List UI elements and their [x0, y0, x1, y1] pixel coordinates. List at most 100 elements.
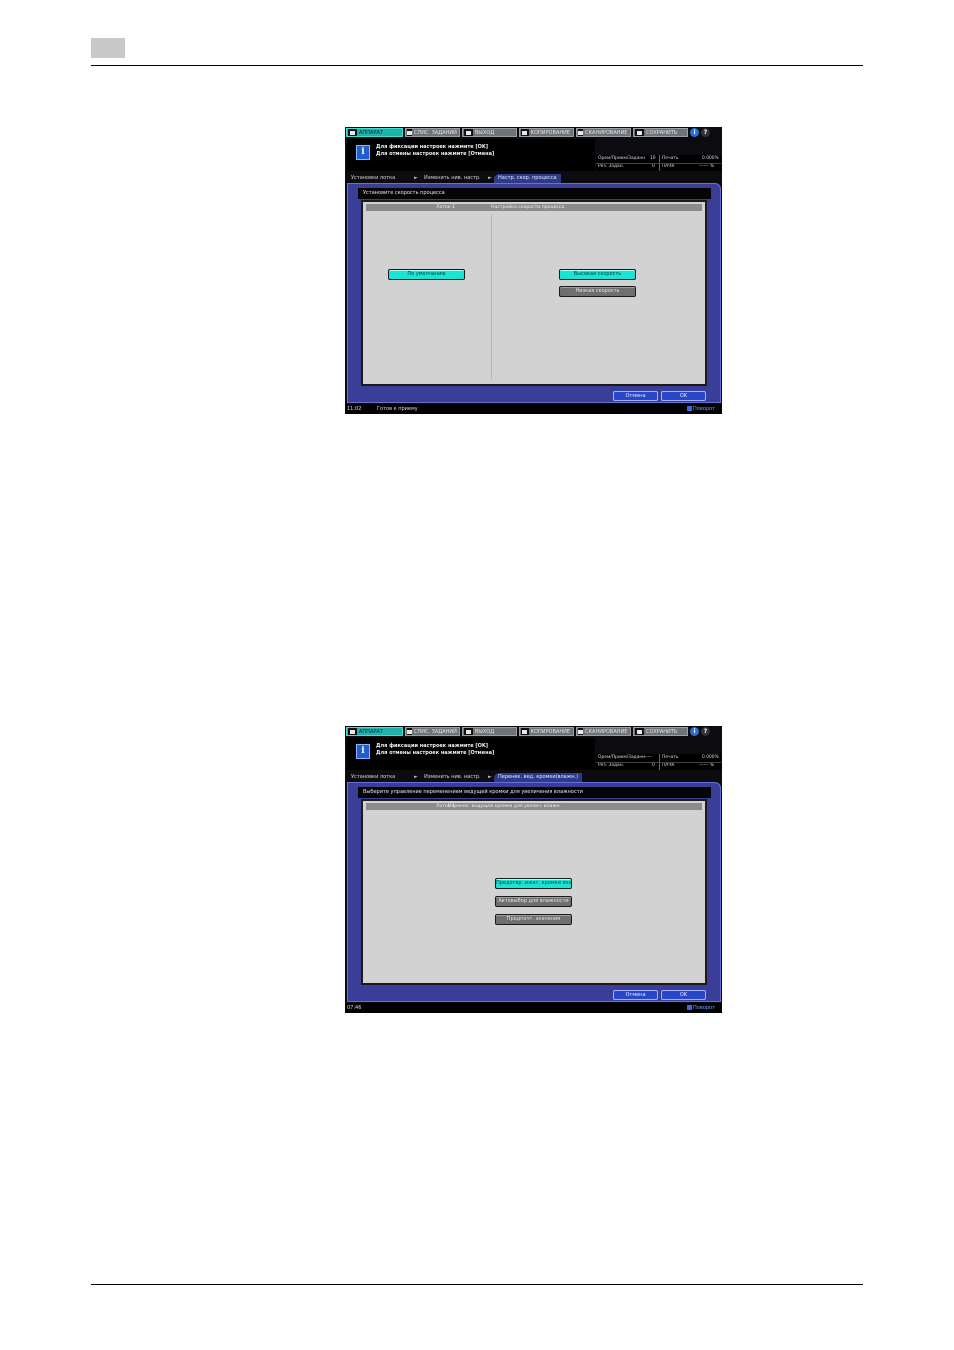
panel-title: Перенек. ведущей кромки для увелич. влаж…: [448, 804, 561, 809]
help-button[interactable]: ?: [701, 727, 710, 736]
top-tab-bar: АППАРАТ СПИС. ЗАДАНИЙ ВЫХОД КОПИРОВАНИЕ …: [345, 127, 722, 138]
help-button[interactable]: ?: [701, 128, 710, 137]
output-icon: [464, 728, 473, 735]
tab-copy[interactable]: КОПИРОВАНИЕ: [519, 727, 574, 736]
status-label: Орем/Прием/Заданн: [598, 156, 646, 161]
rotate-icon: [687, 1005, 693, 1010]
bottom-rule: [91, 1284, 863, 1285]
tab-machine[interactable]: АППАРАТ: [346, 128, 403, 137]
tab-output[interactable]: ВЫХОД: [462, 727, 517, 736]
status-label: Печать: [662, 755, 679, 760]
message-line: Для фиксации настроек нажмите [OK]: [376, 144, 489, 150]
output-icon: [464, 129, 473, 136]
preferred-values-option-button[interactable]: Предпочт. значения: [495, 914, 572, 925]
status-label: ПАЧК: [662, 763, 675, 768]
breadcrumb-current: Настр. скор. процесса: [494, 174, 561, 183]
status-value: 0.000%: [702, 755, 719, 760]
tab-scan[interactable]: СКАНИРОВАНИЕ: [576, 727, 631, 736]
clock-time: 07:46: [347, 1005, 362, 1011]
footer-bar: 07:46 Поворот: [345, 1003, 722, 1013]
tab-store[interactable]: СОХРАНИТЬ: [633, 727, 688, 736]
clock-time: 11:02: [347, 406, 362, 412]
ok-button[interactable]: OK: [661, 990, 706, 1000]
info-icon: i: [356, 145, 370, 160]
low-speed-button[interactable]: Низкая скорость: [559, 286, 636, 297]
status-panel: Орем/Прием/Заданн ------ Печать 0.000% Р…: [596, 754, 721, 770]
tab-store[interactable]: СОХРАНИТЬ: [633, 128, 688, 137]
status-value: ------ %: [699, 763, 715, 768]
scan-icon: [578, 129, 583, 136]
copy-icon: [521, 129, 529, 136]
status-value: 0.000%: [702, 156, 719, 161]
status-value: 0: [652, 763, 655, 768]
panel-title: Настройка скорости процесса: [491, 205, 565, 210]
page-title: Установите скорость процесса: [358, 188, 711, 199]
breadcrumb-item[interactable]: Изменить нив. настр.: [424, 773, 481, 782]
machine-status: Готов к приему: [377, 406, 418, 412]
breadcrumb-item[interactable]: Изменить нив. настр.: [424, 174, 481, 183]
breadcrumb: Установки лотка ► Изменить нив. настр. ►…: [347, 773, 721, 782]
screenshot-leading-edge: АППАРАТ СПИС. ЗАДАНИЙ ВЫХОД КОПИРОВАНИЕ …: [345, 726, 722, 1013]
message-line: Для фиксации настроек нажмите [OK]: [376, 743, 489, 749]
panel-header: Лоток 1 Настройка скорости процесса: [366, 204, 702, 211]
status-value: ------: [643, 755, 653, 760]
breadcrumb-arrow-icon: ►: [414, 175, 418, 181]
prevent-edge-option-button[interactable]: Предотвр. ижат. кромки изобр: [495, 878, 572, 889]
scan-icon: [578, 728, 583, 735]
list-icon: [407, 129, 412, 136]
store-icon: [635, 728, 644, 735]
panel-header: Лоток 1 Перенек. ведущей кромки для увел…: [366, 803, 702, 810]
cancel-button[interactable]: Отмена: [613, 391, 658, 401]
tab-output[interactable]: ВЫХОД: [462, 128, 517, 137]
divider: [596, 762, 721, 763]
tab-copy[interactable]: КОПИРОВАНИЕ: [519, 128, 574, 137]
page-marker: [91, 38, 125, 58]
message-area: i Для фиксации настроек нажмите [OK] Для…: [347, 738, 595, 770]
breadcrumb: Установки лотка ► Изменить нив. настр. ►…: [347, 174, 721, 183]
tab-scan[interactable]: СКАНИРОВАНИЕ: [576, 128, 631, 137]
high-speed-button[interactable]: Высокая скорость: [559, 269, 636, 280]
machine-icon: [348, 129, 357, 136]
default-option-button[interactable]: По умолчанию: [388, 269, 465, 280]
divider: [596, 163, 721, 164]
breadcrumb-arrow-icon: ►: [414, 774, 418, 780]
screenshot-process-speed: АППАРАТ СПИС. ЗАДАНИЙ ВЫХОД КОПИРОВАНИЕ …: [345, 127, 722, 414]
cancel-button[interactable]: Отмена: [613, 990, 658, 1000]
info-button[interactable]: i: [690, 128, 699, 137]
breadcrumb-current: Перенек. вед. кромки(влажн.): [494, 773, 583, 782]
top-tab-bar: АППАРАТ СПИС. ЗАДАНИЙ ВЫХОД КОПИРОВАНИЕ …: [345, 726, 722, 737]
rotate-label: Поворот: [693, 406, 715, 412]
message-line: Для отмены настроек нажмите [Отмена]: [376, 750, 495, 756]
breadcrumb-arrow-icon: ►: [488, 175, 492, 181]
info-button[interactable]: i: [690, 727, 699, 736]
ok-button[interactable]: OK: [661, 391, 706, 401]
status-value: 10: [650, 156, 656, 161]
rotate-icon: [687, 406, 693, 411]
rotate-label: Поворот: [693, 1005, 715, 1011]
status-label: Печать: [662, 156, 679, 161]
tray-label: Лоток 1: [436, 205, 455, 210]
status-label: Орем/Прием/Заданн: [598, 755, 646, 760]
status-value: ------ %: [699, 164, 715, 169]
tab-job-list[interactable]: СПИС. ЗАДАНИЙ: [405, 727, 460, 736]
divider: [491, 214, 492, 380]
settings-panel: Лоток 1 Перенек. ведущей кромки для увел…: [361, 799, 707, 985]
auto-humidity-option-button[interactable]: Автовыбор для влажности: [495, 896, 572, 907]
top-rule: [91, 65, 863, 66]
rotate-indicator[interactable]: Поворот: [687, 405, 715, 413]
page-title: Выберите управление переменением ведущей…: [358, 787, 711, 798]
status-label: Рез. Задан.: [598, 763, 624, 768]
settings-panel: Лоток 1 Настройка скорости процесса По у…: [361, 200, 707, 386]
breadcrumb-item[interactable]: Установки лотка: [351, 773, 395, 782]
info-icon: i: [356, 744, 370, 759]
breadcrumb-item[interactable]: Установки лотка: [351, 174, 395, 183]
status-panel: Орем/Прием/Заданн 10 Печать 0.000% Рез. …: [596, 155, 721, 171]
message-area: i Для фиксации настроек нажмите [OK] Для…: [347, 139, 595, 171]
machine-icon: [348, 728, 357, 735]
tab-job-list[interactable]: СПИС. ЗАДАНИЙ: [405, 128, 460, 137]
store-icon: [635, 129, 644, 136]
tab-machine[interactable]: АППАРАТ: [346, 727, 403, 736]
rotate-indicator[interactable]: Поворот: [687, 1004, 715, 1012]
list-icon: [407, 728, 412, 735]
copy-icon: [521, 728, 529, 735]
